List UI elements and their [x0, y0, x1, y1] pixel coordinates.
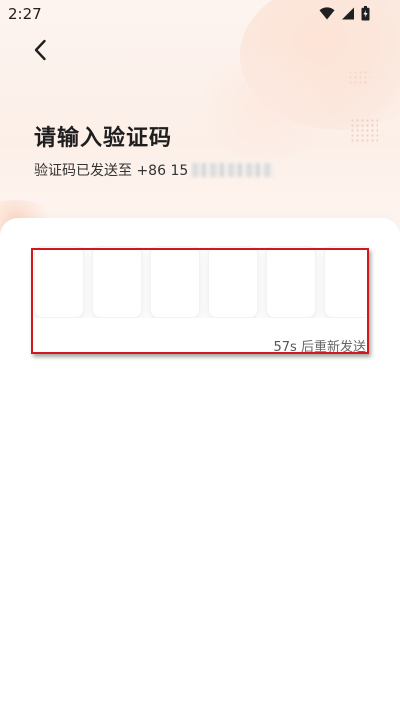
code-digit-box[interactable] [92, 246, 142, 318]
status-icons [319, 6, 370, 21]
code-digit-box[interactable] [324, 246, 366, 318]
signal-icon [342, 7, 354, 20]
wifi-icon [319, 7, 335, 20]
verification-screen: 2:27 请输入验证码 验证码已发送至 +86 15 57s 后重新发送 [0, 0, 400, 711]
code-digit-box[interactable] [150, 246, 200, 318]
countdown-seconds: 57s [273, 340, 297, 355]
decorative-dots [348, 70, 370, 86]
masked-phone-number [192, 163, 275, 177]
resend-countdown: 57s 后重新发送 [274, 336, 366, 355]
status-time: 2:27 [8, 5, 42, 23]
code-digit-box[interactable] [266, 246, 316, 318]
sent-to-text: 验证码已发送至 +86 15 [34, 160, 275, 180]
page-title: 请输入验证码 [34, 126, 173, 151]
code-digit-box[interactable] [34, 246, 84, 318]
verification-code-input[interactable] [34, 246, 366, 318]
back-button[interactable] [26, 36, 54, 64]
status-bar: 2:27 [0, 0, 400, 28]
decorative-dots [350, 118, 378, 144]
battery-icon [361, 6, 370, 21]
decorative-blob [190, 50, 340, 160]
chevron-left-icon [34, 39, 46, 61]
sent-to-label: 验证码已发送至 +86 15 [34, 163, 189, 179]
code-digit-box[interactable] [208, 246, 258, 318]
resend-label: 后重新发送 [300, 340, 366, 355]
